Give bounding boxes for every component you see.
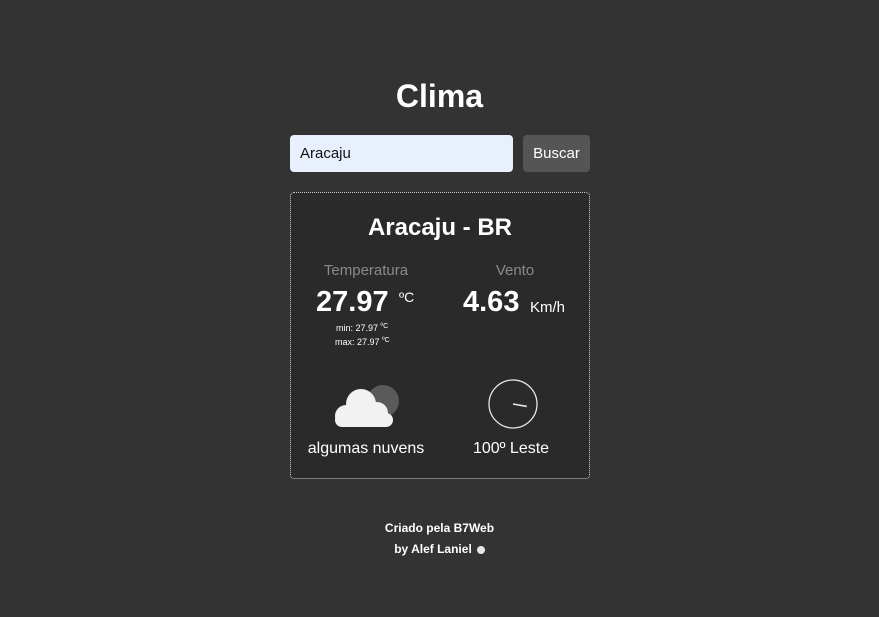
weather-result-card: Aracaju - BR Temperatura 27.97 ºC min: 2… xyxy=(290,192,590,479)
temperature-label: Temperatura xyxy=(323,262,409,279)
page-title: Clima xyxy=(395,78,484,114)
wind-direction-icon xyxy=(488,379,538,429)
temperature-min-unit: ºC xyxy=(380,323,389,330)
temperature-value: 27.97 xyxy=(316,286,389,318)
heart-icon xyxy=(476,546,485,554)
wind-unit: Km/h xyxy=(530,299,566,316)
footer-credit: Criado pela B7Web xyxy=(384,521,495,535)
footer-author: by Alef Laniel xyxy=(0,541,879,557)
location-title: Aracaju - BR xyxy=(367,214,513,241)
wind-direction-text: 100º Leste xyxy=(472,440,550,457)
wind-value: 4.63 xyxy=(463,286,520,318)
city-search-input[interactable] xyxy=(290,135,513,172)
weather-page: Clima Buscar Aracaju - BR Temperatura 27… xyxy=(0,0,879,617)
cloud-icon xyxy=(335,385,399,427)
temperature-min-text: min: 27.97 xyxy=(336,323,379,333)
search-button[interactable]: Buscar xyxy=(523,135,590,172)
condition-description: algumas nuvens xyxy=(307,440,425,457)
temperature-min: min: 27.97 ºC xyxy=(336,321,388,334)
temperature-max: max: 27.97 ºC xyxy=(335,335,390,348)
footer-author-text: by Alef Laniel xyxy=(394,542,472,556)
temperature-unit: ºC xyxy=(399,289,415,305)
temperature-max-unit: ºC xyxy=(382,337,390,344)
temperature-max-text: max: 27.97 xyxy=(335,337,380,347)
wind-label: Vento xyxy=(495,262,535,279)
